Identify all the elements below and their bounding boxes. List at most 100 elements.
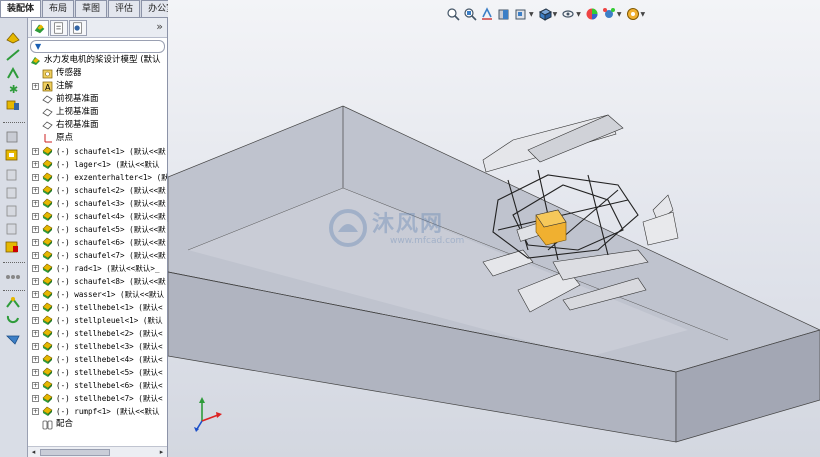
hide-show-items-icon[interactable] bbox=[561, 7, 575, 21]
assembly-features-icon[interactable] bbox=[4, 130, 22, 144]
tab-0[interactable]: 装配体 bbox=[0, 0, 42, 17]
tree-item[interactable]: + (-) wasser<1> (默认<<默认 bbox=[28, 288, 167, 301]
expand-toggle-icon[interactable]: + bbox=[32, 265, 39, 272]
tab-property-manager[interactable] bbox=[50, 20, 68, 36]
previous-view-icon[interactable] bbox=[480, 7, 494, 21]
display-style-icon[interactable] bbox=[538, 7, 552, 21]
scroll-left-icon[interactable]: ◂ bbox=[29, 448, 38, 457]
tree-item[interactable]: + (-) rad<1> (默认<<默认>_ bbox=[28, 262, 167, 275]
expand-toggle-icon[interactable]: + bbox=[32, 395, 39, 402]
tree-item[interactable]: 原点 bbox=[28, 132, 167, 145]
expand-toggle-icon[interactable]: + bbox=[32, 161, 39, 168]
tree-item[interactable]: + (-) schaufel<5> (默认<<默 bbox=[28, 223, 167, 236]
expand-toggle-icon[interactable]: + bbox=[32, 213, 39, 220]
section-view-icon[interactable] bbox=[497, 7, 511, 21]
tree-item[interactable]: + (-) schaufel<8> (默认<<默 bbox=[28, 275, 167, 288]
expand-toggle-icon[interactable]: + bbox=[32, 187, 39, 194]
interference-detection-icon[interactable] bbox=[4, 332, 22, 346]
linear-pattern-icon[interactable] bbox=[4, 270, 22, 284]
tab-1[interactable]: 布局 bbox=[42, 0, 75, 17]
view-orientation-icon[interactable] bbox=[514, 7, 528, 21]
tab-2[interactable]: 草图 bbox=[75, 0, 108, 17]
expand-toggle-icon[interactable]: + bbox=[32, 356, 39, 363]
expand-toggle-icon[interactable]: + bbox=[32, 83, 39, 90]
tab-feature-tree[interactable] bbox=[31, 20, 49, 36]
tree-item[interactable]: + (-) stellhebel<1> (默认< bbox=[28, 301, 167, 314]
expand-toggle-icon[interactable]: + bbox=[32, 382, 39, 389]
expand-toggle-icon[interactable]: + bbox=[32, 174, 39, 181]
hide-show-components-icon[interactable] bbox=[4, 240, 22, 254]
smart-mates-icon[interactable] bbox=[4, 296, 22, 310]
expand-toggle-icon[interactable]: + bbox=[32, 304, 39, 311]
apply-scene-dropdown-icon[interactable]: ▼ bbox=[617, 11, 622, 18]
tree-item[interactable]: + (-) stellhebel<6> (默认< bbox=[28, 379, 167, 392]
tree-item-label: (-) rad<1> (默认<<默认>_ bbox=[56, 264, 160, 273]
view-orientation-dropdown-icon[interactable]: ▼ bbox=[529, 11, 534, 18]
view-settings-dropdown-icon[interactable]: ▼ bbox=[641, 11, 646, 18]
zoom-to-area-icon[interactable] bbox=[463, 7, 477, 21]
tree-item[interactable]: + (-) stellhebel<3> (默认< bbox=[28, 340, 167, 353]
expand-toggle-icon[interactable]: + bbox=[32, 408, 39, 415]
expand-toggle-icon[interactable]: + bbox=[32, 278, 39, 285]
move-component-icon[interactable] bbox=[4, 66, 22, 80]
tree-item[interactable]: + (-) exzenterhalter<1> (默 bbox=[28, 171, 167, 184]
panel-expand-icon[interactable]: » bbox=[156, 20, 163, 33]
scroll-thumb[interactable] bbox=[40, 449, 110, 456]
tree-item[interactable]: + (-) schaufel<3> (默认<<默 bbox=[28, 197, 167, 210]
tree-item-label: (-) stellhebel<6> (默认< bbox=[56, 381, 163, 390]
edit-appearance-icon[interactable] bbox=[585, 7, 599, 21]
expand-toggle-icon[interactable]: + bbox=[32, 239, 39, 246]
tab-3[interactable]: 评估 bbox=[108, 0, 141, 17]
bill-of-materials-icon[interactable] bbox=[4, 186, 22, 200]
tree-item[interactable]: 上视基准面 bbox=[28, 106, 167, 119]
expand-toggle-icon[interactable]: + bbox=[32, 226, 39, 233]
zoom-to-fit-icon[interactable] bbox=[446, 7, 460, 21]
view-settings-icon[interactable] bbox=[626, 7, 640, 21]
tree-filter-input[interactable]: ▼ bbox=[30, 40, 165, 53]
expand-toggle-icon[interactable]: + bbox=[32, 369, 39, 376]
expand-toggle-icon[interactable]: + bbox=[32, 317, 39, 324]
tree-item[interactable]: 前视基准面 bbox=[28, 93, 167, 106]
tree-horizontal-scrollbar[interactable]: ◂ ▸ bbox=[28, 446, 167, 457]
tree-item[interactable]: + (-) stellpleuel<1> (默认 bbox=[28, 314, 167, 327]
instant3d-icon[interactable] bbox=[4, 222, 22, 236]
expand-toggle-icon[interactable]: + bbox=[32, 343, 39, 350]
mate-icon[interactable] bbox=[4, 48, 22, 62]
explode-view-icon[interactable] bbox=[4, 98, 22, 112]
display-style-dropdown-icon[interactable]: ▼ bbox=[553, 11, 558, 18]
tree-item[interactable]: + (-) stellhebel<5> (默认< bbox=[28, 366, 167, 379]
expand-toggle-icon[interactable]: + bbox=[32, 148, 39, 155]
smart-fasteners-icon[interactable]: ✱ bbox=[4, 82, 22, 96]
tree-item[interactable]: 右视基准面 bbox=[28, 119, 167, 132]
rotate-component-icon[interactable] bbox=[4, 312, 22, 326]
expand-toggle-icon[interactable]: + bbox=[32, 252, 39, 259]
insert-component-icon[interactable] bbox=[4, 30, 22, 44]
tree-item[interactable]: + (-) schaufel<2> (默认<<默 bbox=[28, 184, 167, 197]
expand-toggle-icon[interactable]: + bbox=[32, 330, 39, 337]
tree-item-label: (-) stellhebel<1> (默认< bbox=[56, 303, 163, 312]
tree-item[interactable]: + (-) stellhebel<2> (默认< bbox=[28, 327, 167, 340]
tree-root-item[interactable]: 水力发电机的桨设计模型 (默认 bbox=[28, 54, 167, 67]
tree-item[interactable]: + (-) stellhebel<4> (默认< bbox=[28, 353, 167, 366]
graphics-viewport[interactable]: 沐风网 www.mfcad.com ▼ ▼ ▼ ▼ ▼ bbox=[168, 0, 820, 457]
tree-item[interactable]: 传感器 bbox=[28, 67, 167, 80]
exploded-line-sketch-icon[interactable] bbox=[4, 204, 22, 218]
expand-toggle-icon[interactable]: + bbox=[32, 291, 39, 298]
apply-scene-icon[interactable] bbox=[602, 7, 616, 21]
new-motion-study-icon[interactable] bbox=[4, 168, 22, 182]
tree-item[interactable]: + (-) schaufel<4> (默认<<默 bbox=[28, 210, 167, 223]
tree-item-label: (-) rumpf<1> (默认<<默认 bbox=[56, 407, 160, 416]
tree-item[interactable]: + (-) rumpf<1> (默认<<默认 bbox=[28, 405, 167, 418]
scroll-right-icon[interactable]: ▸ bbox=[157, 448, 166, 457]
hide-show-dropdown-icon[interactable]: ▼ bbox=[576, 11, 581, 18]
tree-item[interactable]: + (-) lager<1> (默认<<默认 bbox=[28, 158, 167, 171]
tree-item[interactable]: + (-) schaufel<7> (默认<<默 bbox=[28, 249, 167, 262]
tab-configuration-manager[interactable] bbox=[69, 20, 87, 36]
tree-item[interactable]: + (-) schaufel<6> (默认<<默 bbox=[28, 236, 167, 249]
tree-item[interactable]: + A 注解 bbox=[28, 80, 167, 93]
tree-item[interactable]: + (-) schaufel<1> (默认<<默 bbox=[28, 145, 167, 158]
expand-toggle-icon[interactable]: + bbox=[32, 200, 39, 207]
tree-item[interactable]: 配合 bbox=[28, 418, 167, 431]
tree-item[interactable]: + (-) stellhebel<7> (默认< bbox=[28, 392, 167, 405]
reference-geometry-icon[interactable] bbox=[4, 148, 22, 162]
